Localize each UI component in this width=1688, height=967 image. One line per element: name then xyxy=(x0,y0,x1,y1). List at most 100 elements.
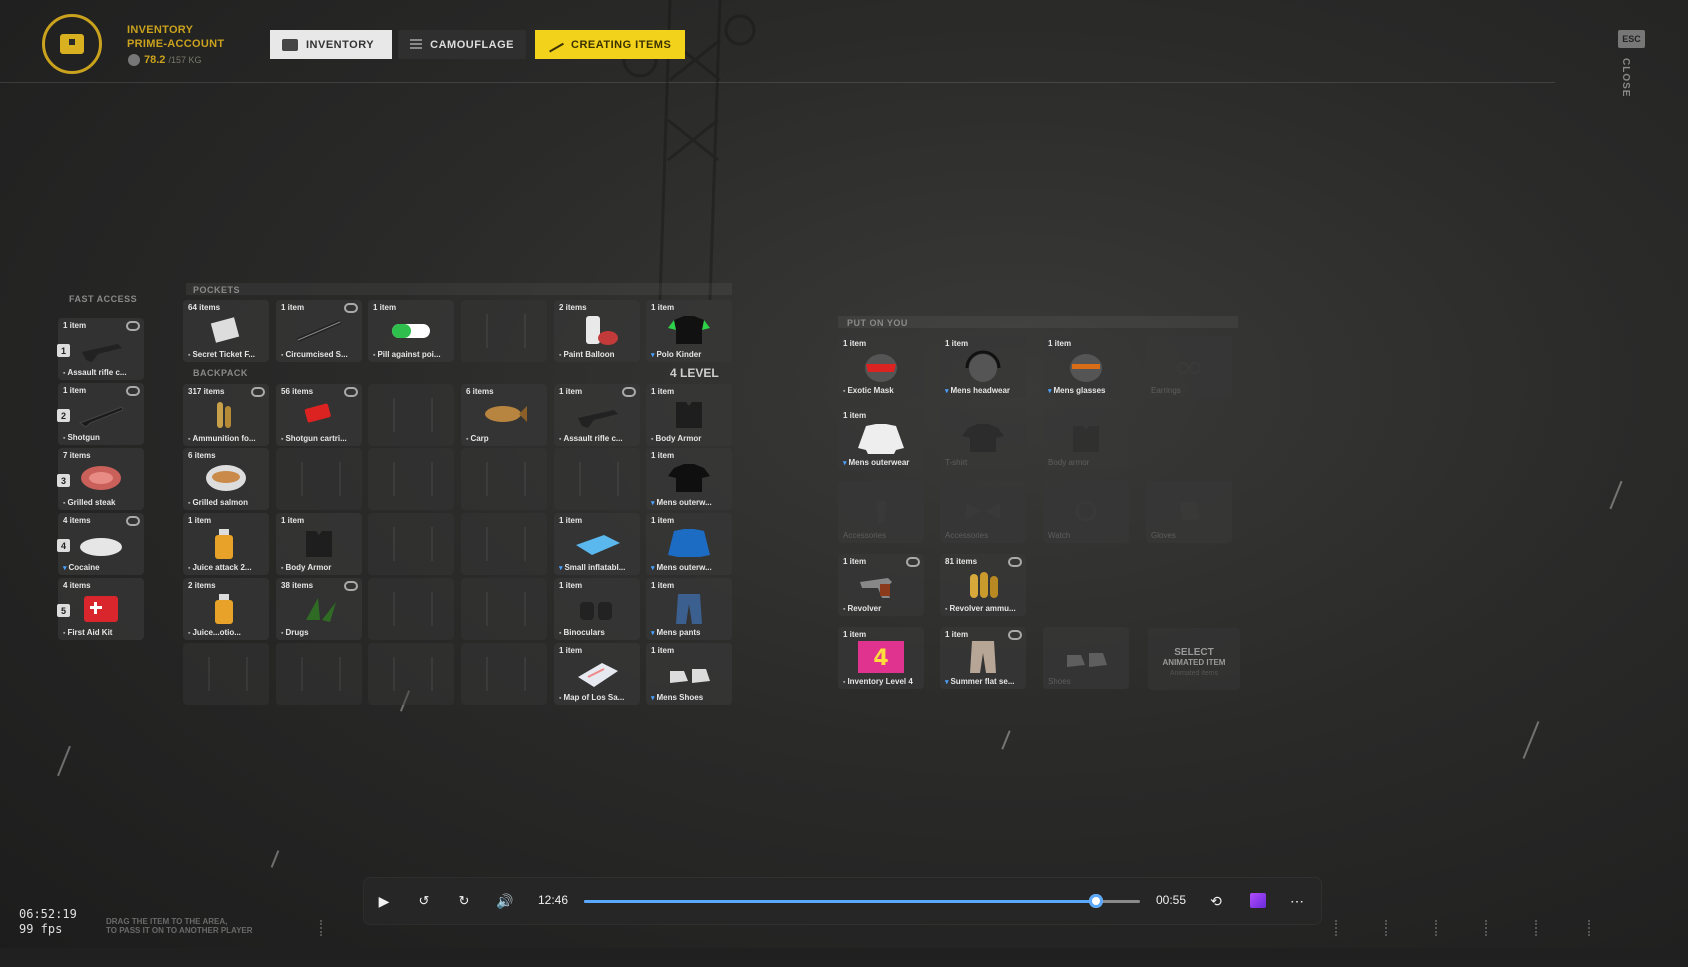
item-slot[interactable]: 4 items Cocaine xyxy=(58,513,144,575)
item-slot[interactable]: 1 item Assault rifle c... xyxy=(554,384,640,446)
item-slot[interactable]: Gloves xyxy=(1146,481,1232,543)
item-slot[interactable]: 1 item Assault rifle c... xyxy=(58,318,144,380)
item-slot[interactable]: 1 item Map of Los Sa... xyxy=(554,643,640,705)
item-slot[interactable]: 1 item Body Armor xyxy=(276,513,362,575)
item-slot[interactable]: 1 item Mens headwear xyxy=(940,336,1026,398)
empty-slot[interactable] xyxy=(276,643,362,705)
item-slot[interactable]: 7 items Grilled steak xyxy=(58,448,144,510)
item-slot[interactable]: 6 items Carp xyxy=(461,384,547,446)
empty-slot[interactable] xyxy=(461,513,547,575)
item-slot[interactable]: 317 items Ammunition fo... xyxy=(183,384,269,446)
select-animated-subtitle: ANIMATED ITEM xyxy=(1162,658,1226,667)
item-count: 1 item xyxy=(651,581,675,590)
empty-slot[interactable] xyxy=(368,513,454,575)
tshirt-icon xyxy=(962,424,1004,452)
decor-dots xyxy=(1435,920,1439,936)
item-slot[interactable]: 1 item Pill against poi... xyxy=(368,300,454,362)
item-count: 2 items xyxy=(188,581,216,590)
item-slot[interactable]: 64 items Secret Ticket F... xyxy=(183,300,269,362)
item-slot[interactable]: 1 item Binoculars xyxy=(554,578,640,640)
empty-slot[interactable] xyxy=(183,643,269,705)
tshirt-icon xyxy=(668,464,710,492)
empty-slot[interactable] xyxy=(461,300,547,362)
item-slot[interactable]: 2 items Paint Balloon xyxy=(554,300,640,362)
select-animated-item-slot[interactable]: SELECT ANIMATED ITEM Animated items xyxy=(1148,628,1240,690)
empty-slot[interactable] xyxy=(368,578,454,640)
item-slot[interactable]: 81 items Revolver ammu... xyxy=(940,554,1026,616)
seek-thumb[interactable] xyxy=(1088,894,1103,908)
repeat-off-button[interactable]: ⟲ xyxy=(1206,891,1226,911)
item-count: 1 item xyxy=(651,451,675,460)
empty-slot[interactable] xyxy=(461,643,547,705)
item-slot[interactable]: 1 item Mens pants xyxy=(646,578,732,640)
forward-30-button[interactable]: ↻ xyxy=(454,891,474,911)
map-icon xyxy=(578,663,618,687)
item-name: Juice...otio... xyxy=(188,628,266,637)
item-name: Mens glasses xyxy=(1048,386,1126,395)
item-slot[interactable]: 1 item Summer flat se... xyxy=(940,627,1026,689)
item-count: 2 items xyxy=(559,303,587,312)
seek-bar[interactable] xyxy=(584,894,1140,908)
empty-slot[interactable] xyxy=(461,578,547,640)
link-icon xyxy=(344,581,358,591)
item-slot[interactable]: 38 items Drugs xyxy=(276,578,362,640)
tab-camouflage[interactable]: CAMOUFLAGE xyxy=(398,30,526,59)
shoes-icon xyxy=(670,669,710,683)
rewind-10-button[interactable]: ↺ xyxy=(414,891,434,911)
app-icon[interactable] xyxy=(1250,893,1266,908)
item-slot[interactable]: 1 item Polo Kinder xyxy=(646,300,732,362)
item-name: Juice attack 2... xyxy=(188,563,266,572)
item-slot[interactable]: Accessories xyxy=(838,481,924,543)
empty-slot[interactable] xyxy=(461,448,547,510)
empty-slot[interactable] xyxy=(368,643,454,705)
more-options-button[interactable]: ⋯ xyxy=(1287,891,1307,911)
tab-label: CAMOUFLAGE xyxy=(430,38,514,51)
esc-close-button[interactable]: ESC xyxy=(1618,30,1645,48)
empty-slot[interactable] xyxy=(276,448,362,510)
item-slot[interactable]: 56 items Shotgun cartri... xyxy=(276,384,362,446)
item-slot[interactable]: 1 item Circumcised S... xyxy=(276,300,362,362)
empty-slot[interactable] xyxy=(368,384,454,446)
link-icon xyxy=(344,387,358,397)
item-slot[interactable]: 1 item Juice attack 2... xyxy=(183,513,269,575)
item-slot[interactable]: 1 item Exotic Mask xyxy=(838,336,924,398)
item-slot[interactable]: 1 item Mens glasses xyxy=(1043,336,1129,398)
close-label[interactable]: CLOSE xyxy=(1620,58,1631,97)
tab-inventory[interactable]: INVENTORY xyxy=(270,30,392,59)
item-slot[interactable]: 1 item Mens outerwear xyxy=(838,408,924,470)
item-slot[interactable]: 4 1 item Inventory Level 4 xyxy=(838,627,924,689)
item-slot[interactable]: 4 items First Aid Kit xyxy=(58,578,144,640)
item-slot[interactable]: 1 item Shotgun xyxy=(58,383,144,445)
item-slot[interactable]: 1 item Mens outerw... xyxy=(646,513,732,575)
item-slot[interactable]: T-shirt xyxy=(940,408,1026,470)
empty-slot[interactable] xyxy=(368,448,454,510)
item-slot[interactable]: Watch xyxy=(1043,481,1129,543)
item-slot[interactable]: Shoes xyxy=(1043,627,1129,689)
item-slot[interactable]: Earrings xyxy=(1146,336,1232,398)
item-name: Mens outerw... xyxy=(651,563,729,572)
item-slot[interactable]: 1 item Revolver xyxy=(838,554,924,616)
item-slot[interactable]: 2 items Juice...otio... xyxy=(183,578,269,640)
item-slot[interactable]: Accessories xyxy=(940,481,1026,543)
current-time: 12:46 xyxy=(538,893,569,907)
clock-text: 06:52:19 xyxy=(19,907,77,921)
item-count: 1 item xyxy=(559,646,583,655)
armor-icon xyxy=(306,531,332,557)
accessory-icon xyxy=(876,501,886,523)
hotkey-badge: 4 xyxy=(57,539,70,552)
binoculars-icon xyxy=(580,602,612,620)
item-name: Binoculars xyxy=(559,628,637,637)
empty-slot[interactable] xyxy=(554,448,640,510)
hint-line1: DRAG THE ITEM TO THE AREA, xyxy=(106,917,228,926)
item-slot[interactable]: 1 item Body Armor xyxy=(646,384,732,446)
play-button[interactable]: ▶ xyxy=(374,891,394,911)
item-count: 6 items xyxy=(188,451,216,460)
media-player-bar: ▶ ↺ ↻ 🔊 12:46 00:55 ⟲ ⋯ xyxy=(364,878,1321,924)
volume-button[interactable]: 🔊 xyxy=(495,891,515,911)
item-slot[interactable]: Body armor xyxy=(1043,408,1129,470)
item-slot[interactable]: 6 items Grilled salmon xyxy=(183,448,269,510)
item-slot[interactable]: 1 item Mens outerw... xyxy=(646,448,732,510)
item-slot[interactable]: 1 item Mens Shoes xyxy=(646,643,732,705)
tab-creating-items[interactable]: CREATING ITEMS xyxy=(535,30,685,59)
item-slot[interactable]: 1 item Small inflatabl... xyxy=(554,513,640,575)
